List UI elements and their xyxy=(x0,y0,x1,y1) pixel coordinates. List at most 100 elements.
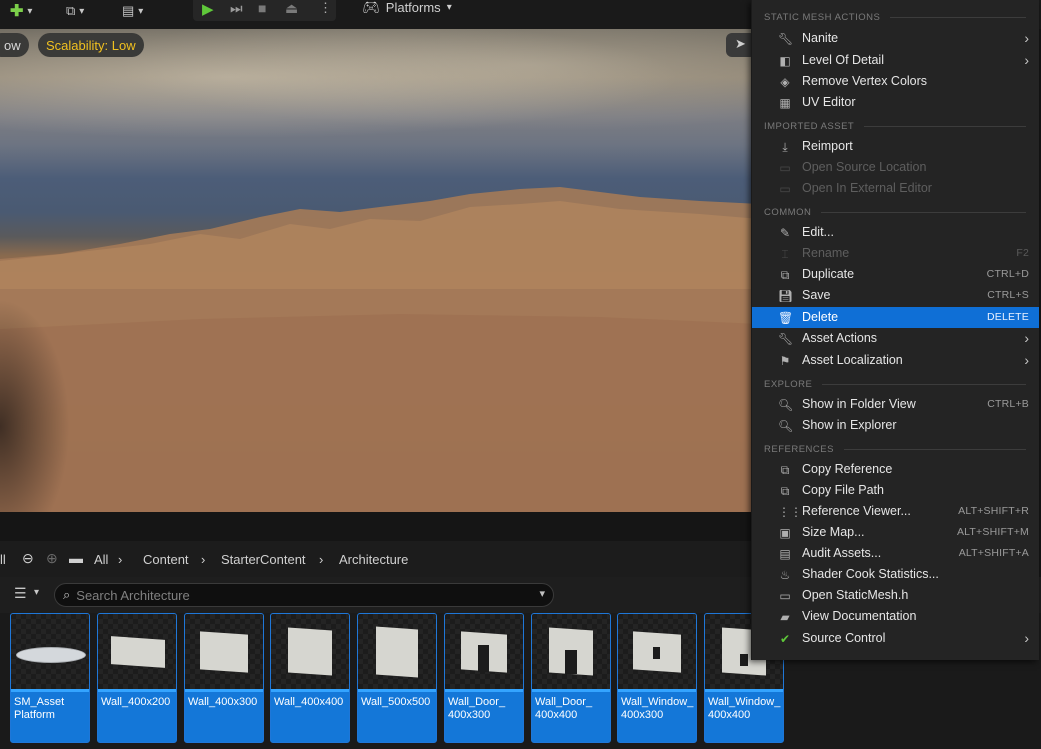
cinematics-button[interactable]: ▤ ▾ xyxy=(122,0,143,22)
folder-icon: ▬ xyxy=(69,550,83,566)
menu-item-asset-actions[interactable]: 🔧︎ Asset Actions › xyxy=(752,328,1039,349)
menu-item-uv-editor[interactable]: ▦ UV Editor xyxy=(752,92,1039,113)
level-viewport[interactable]: ow Scalability: Low ➤ xyxy=(0,29,760,512)
foreground-shadow xyxy=(0,299,70,512)
wrench-icon: 🔧︎ xyxy=(778,332,794,346)
breadcrumb-all[interactable]: All xyxy=(94,552,108,567)
more-options-icon[interactable]: ⋮ xyxy=(319,0,332,16)
menu-item-duplicate[interactable]: ⧉ Duplicate CTRL+D xyxy=(752,264,1039,285)
menu-item-asset-localization[interactable]: ⚑ Asset Localization › xyxy=(752,350,1039,371)
book-icon: ▰ xyxy=(780,610,790,624)
wrench-icon: 🔧︎ xyxy=(778,32,794,46)
menu-item-show-in-folder-view[interactable]: 🔍︎ Show in Folder View CTRL+B xyxy=(752,394,1039,415)
breadcrumb-architecture[interactable]: Architecture xyxy=(339,552,408,567)
asset-tile[interactable]: Wall_400x400 xyxy=(270,613,350,743)
asset-name: Wall_Window_ 400x400 xyxy=(708,696,781,721)
menu-item-save[interactable]: 💾︎ Save CTRL+S xyxy=(752,285,1039,306)
filter-icon[interactable]: ☰ xyxy=(14,585,27,602)
asset-context-menu: STATIC MESH ACTIONS 🔧︎ Nanite › ◧ Level … xyxy=(751,0,1039,660)
folder-search-icon: 🔍︎ xyxy=(778,398,794,412)
stop-icon[interactable]: ■ xyxy=(258,0,266,16)
blueprint-icon: ⧉ xyxy=(66,3,76,18)
scalability-pill[interactable]: Scalability: Low xyxy=(38,33,144,57)
shader-icon: ♨ xyxy=(779,568,791,582)
asset-tile[interactable]: Wall_400x300 xyxy=(184,613,264,743)
asset-name: Wall_Door_ 400x300 xyxy=(448,696,506,721)
menu-item-shader-cook-statistics[interactable]: ♨ Shader Cook Statistics... xyxy=(752,564,1039,585)
chevron-right-icon: › xyxy=(1024,330,1029,346)
chevron-down-icon: ▾ xyxy=(34,587,40,598)
platforms-button[interactable]: 🎮︎ Platforms ▾ xyxy=(362,0,452,15)
asset-name: Wall_400x400 xyxy=(274,696,344,708)
chevron-right-icon: › xyxy=(1024,352,1029,368)
asset-tile[interactable]: Wall_Door_ 400x400 xyxy=(531,613,611,743)
asset-tile[interactable]: SM_Asset Platform xyxy=(10,613,90,743)
asset-tile[interactable]: Wall_400x200 xyxy=(97,613,177,743)
asset-thumbnail xyxy=(185,614,263,689)
menu-item-delete[interactable]: 🗑︎ Delete DELETE xyxy=(752,307,1039,328)
chevron-right-icon: › xyxy=(1024,630,1029,646)
add-content-button[interactable]: ✚ ▾ xyxy=(10,0,32,22)
audit-icon: ▤ xyxy=(779,547,791,561)
chevron-down-icon: ▾ xyxy=(27,5,33,17)
chevron-right-icon: › xyxy=(319,552,324,567)
menu-item-nanite[interactable]: 🔧︎ Nanite › xyxy=(752,28,1039,49)
menu-item-edit[interactable]: ✎ Edit... xyxy=(752,222,1039,243)
terrain-render xyxy=(0,187,760,512)
menu-item-open-header[interactable]: ▭ Open StaticMesh.h xyxy=(752,585,1039,606)
trash-icon: 🗑︎ xyxy=(778,311,794,325)
play-icon[interactable]: ▶ xyxy=(202,0,214,18)
code-file-icon: ▭ xyxy=(779,589,791,603)
search-icon: ⌕ xyxy=(63,587,71,602)
chevron-down-icon: ▾ xyxy=(446,1,452,13)
menu-item-copy-file-path[interactable]: ⧉ Copy File Path xyxy=(752,480,1039,501)
step-icon[interactable]: ⏭ xyxy=(230,0,243,17)
menu-item-open-source-location[interactable]: ▭ Open Source Location xyxy=(752,157,1039,178)
save-icon: 💾︎ xyxy=(778,289,794,303)
clapper-icon: ▤ xyxy=(122,3,135,18)
asset-thumbnail xyxy=(445,614,523,689)
menu-item-reimport[interactable]: ⤓ Reimport xyxy=(752,136,1039,157)
menu-item-copy-reference[interactable]: ⧉ Copy Reference xyxy=(752,459,1039,480)
asset-name: Wall_Door_ 400x400 xyxy=(535,696,593,721)
folder-open-icon: ▭ xyxy=(779,161,791,175)
content-browser-nav: ll ⊖ ⊕ ▬ All › Content › StarterContent … xyxy=(0,541,760,577)
menu-item-open-external-editor[interactable]: ▭ Open In External Editor xyxy=(752,178,1039,199)
rename-icon: ⌶ xyxy=(781,247,789,261)
back-icon[interactable]: ⊖ xyxy=(22,550,34,567)
flag-icon: ⚑ xyxy=(779,354,791,368)
grid-icon: ▦ xyxy=(779,96,791,110)
breadcrumb-startercontent[interactable]: StarterContent xyxy=(221,552,306,567)
forward-icon[interactable]: ⊕ xyxy=(46,550,58,567)
menu-item-reference-viewer[interactable]: ⋮⋮ Reference Viewer... ALT+SHIFT+R xyxy=(752,501,1039,522)
reimport-icon: ⤓ xyxy=(782,140,788,154)
play-controls: ▶ ⏭ ■ ⏏ ⋮ xyxy=(193,0,336,21)
chevron-down-icon[interactable]: ▾ xyxy=(539,587,545,600)
eject-icon[interactable]: ⏏ xyxy=(285,0,298,17)
view-mode-pill[interactable]: ow xyxy=(0,33,29,57)
blueprint-button[interactable]: ⧉ ▾ xyxy=(66,0,84,22)
menu-item-level-of-detail[interactable]: ◧ Level Of Detail › xyxy=(752,50,1039,71)
gamepad-icon: 🎮︎ xyxy=(362,0,380,15)
breadcrumb-content[interactable]: Content xyxy=(143,552,189,567)
asset-name: Wall_500x500 xyxy=(361,696,431,708)
menu-item-remove-vertex-colors[interactable]: ◈ Remove Vertex Colors xyxy=(752,71,1039,92)
menu-item-show-in-explorer[interactable]: 🔍︎ Show in Explorer xyxy=(752,415,1039,436)
asset-thumbnail xyxy=(358,614,436,689)
search-input[interactable] xyxy=(74,586,519,604)
cursor-icon: ➤ xyxy=(735,36,746,51)
asset-tile[interactable]: Wall_500x500 xyxy=(357,613,437,743)
external-editor-icon: ▭ xyxy=(779,182,791,196)
menu-item-size-map[interactable]: ▣ Size Map... ALT+SHIFT+M xyxy=(752,522,1039,543)
asset-name: SM_Asset Platform xyxy=(14,696,65,721)
menu-item-source-control[interactable]: ✔ Source Control › xyxy=(752,628,1039,649)
menu-item-view-documentation[interactable]: ▰ View Documentation xyxy=(752,606,1039,627)
lod-icon: ◧ xyxy=(779,54,791,68)
menu-item-audit-assets[interactable]: ▤ Audit Assets... ALT+SHIFT+A xyxy=(752,543,1039,564)
asset-thumbnail xyxy=(98,614,176,689)
asset-tile[interactable]: Wall_Door_ 400x300 xyxy=(444,613,524,743)
menu-item-rename[interactable]: ⌶ Rename F2 xyxy=(752,243,1039,264)
chevron-right-icon: › xyxy=(1024,52,1029,68)
vertex-color-icon: ◈ xyxy=(780,75,790,89)
asset-tile[interactable]: Wall_Window_ 400x300 xyxy=(617,613,697,743)
